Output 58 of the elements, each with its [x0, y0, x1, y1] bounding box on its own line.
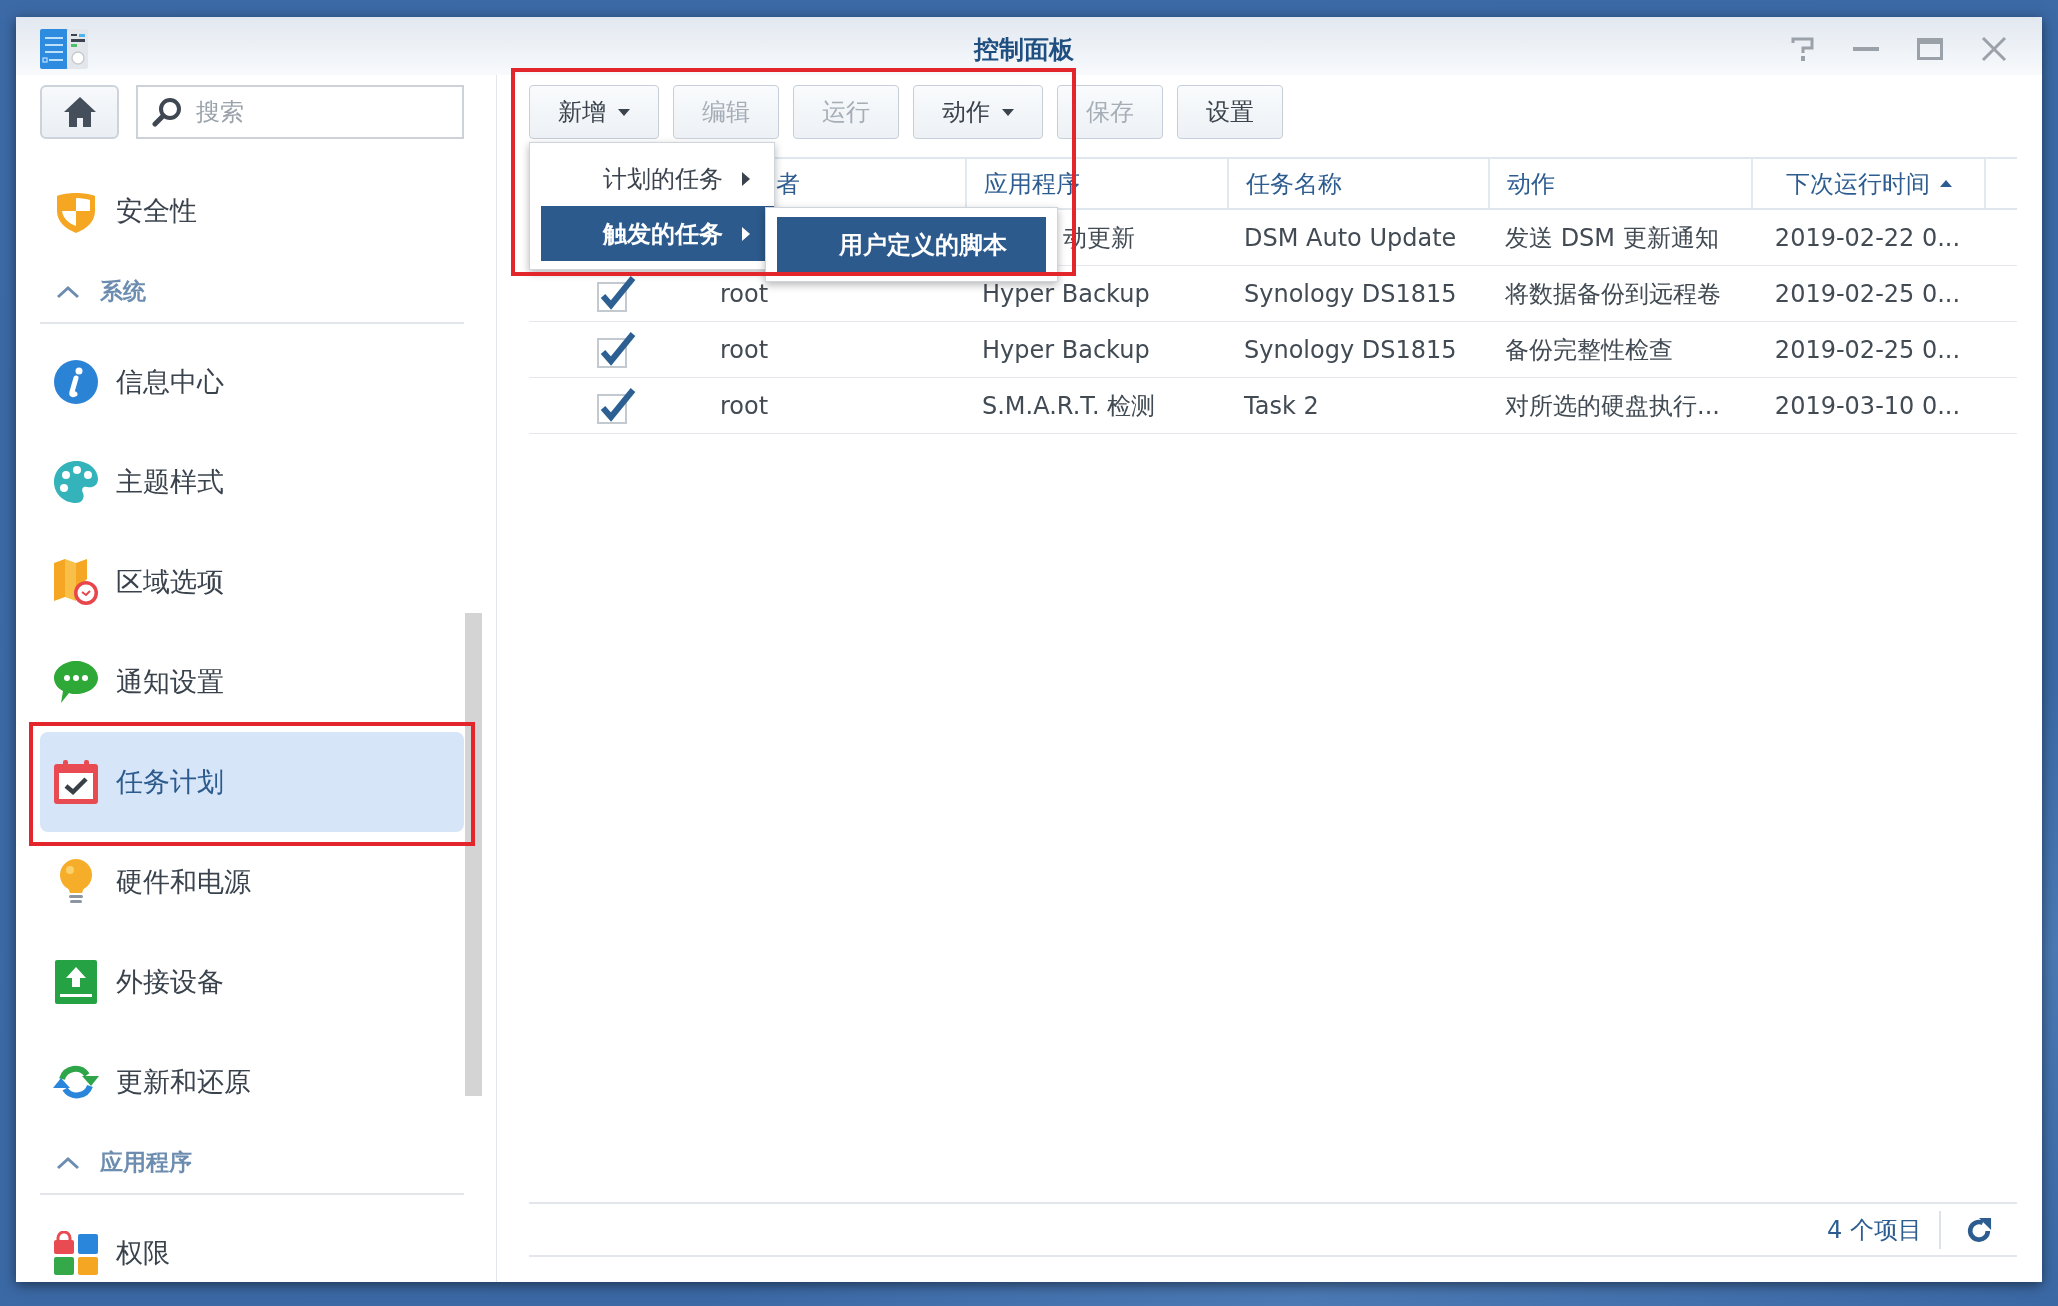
table-cell: Task 2 [1244, 391, 1319, 420]
info-icon [54, 360, 98, 404]
sidebar-item[interactable]: 权限 [40, 1203, 464, 1282]
table-cell: root [720, 279, 769, 308]
column-header[interactable]: 动作 [1507, 167, 1555, 200]
table-cell: Synology DS1815 [1244, 335, 1457, 364]
table-cell-text: 备份完整性检查 [1505, 334, 1673, 366]
checkbox[interactable] [596, 330, 636, 369]
table-cell: 2019-02-25 0... [1774, 335, 1961, 364]
sidebar-item[interactable]: 区域选项 [40, 532, 464, 632]
refresh-icon[interactable] [1966, 1216, 1992, 1243]
table-cell-text: 对所选的硬盘执行... [1505, 390, 1720, 422]
sidebar-item[interactable]: 信息中心 [40, 332, 464, 432]
table-cell: Hyper Backup [982, 335, 1150, 364]
app-icon [40, 29, 88, 69]
table-cell: 2019-02-25 0... [1774, 279, 1961, 308]
search-field[interactable]: 搜索 [136, 85, 464, 139]
map-clock-icon [54, 559, 98, 605]
sidebar-item[interactable]: 任务计划 [40, 732, 464, 832]
scrollbar-thumb[interactable] [465, 613, 482, 1096]
table-cell: root [720, 391, 769, 420]
sidebar-item[interactable]: 更新和还原 [40, 1032, 464, 1132]
table-cell: root [720, 335, 769, 364]
checkbox[interactable] [596, 386, 636, 425]
table-cell: Synology DS1815 [1244, 279, 1457, 308]
table-cell-text: S.M.A.R.T. 检测 [982, 390, 1156, 422]
window-title: 控制面板 [973, 33, 1074, 66]
lock-tiles-icon [54, 1231, 98, 1275]
table-cell: 2019-02-22 0... [1774, 223, 1961, 252]
column-header[interactable]: 下次运行时间 [1785, 167, 1952, 200]
menu-item[interactable]: 用户定义的脚本 [777, 217, 1046, 272]
sidebar-item[interactable]: 主题样式 [40, 432, 464, 532]
sidebar-item[interactable]: 安全性 [40, 161, 464, 261]
table-cell: Hyper Backup [982, 279, 1150, 308]
toolbar-button[interactable]: 设置 [1177, 85, 1283, 139]
search-icon [152, 97, 182, 127]
table-cell-text: 发送 DSM 更新通知 [1505, 222, 1719, 254]
sidebar-item[interactable]: 通知设置 [40, 632, 464, 732]
menu-item[interactable]: 触发的任务 [541, 206, 774, 261]
item-count: 4 个项目 [1827, 1214, 1922, 1246]
toolbar-button[interactable]: 动作 [913, 85, 1043, 139]
checkbox[interactable] [596, 274, 636, 313]
lightbulb-icon [58, 859, 94, 905]
calendar-check-icon [54, 760, 98, 804]
upload-icon [55, 960, 97, 1004]
palette-icon [54, 461, 98, 503]
sidebar-item[interactable]: 外接设备 [40, 932, 464, 1032]
home-icon [63, 97, 96, 127]
menu-item[interactable]: 计划的任务 [541, 151, 774, 206]
chat-bubble-icon [54, 661, 98, 703]
sidebar-item[interactable]: 硬件和电源 [40, 832, 464, 932]
toolbar-button[interactable]: 新增 [529, 85, 659, 139]
column-header[interactable]: 任务名称 [1246, 167, 1342, 200]
column-header[interactable]: 者 [776, 167, 800, 200]
table-cell: DSM Auto Update [1244, 223, 1457, 252]
home-button[interactable] [40, 85, 119, 139]
table-cell: 2019-03-10 0... [1774, 391, 1961, 420]
table-cell-text: 将数据备份到远程卷 [1505, 278, 1721, 310]
